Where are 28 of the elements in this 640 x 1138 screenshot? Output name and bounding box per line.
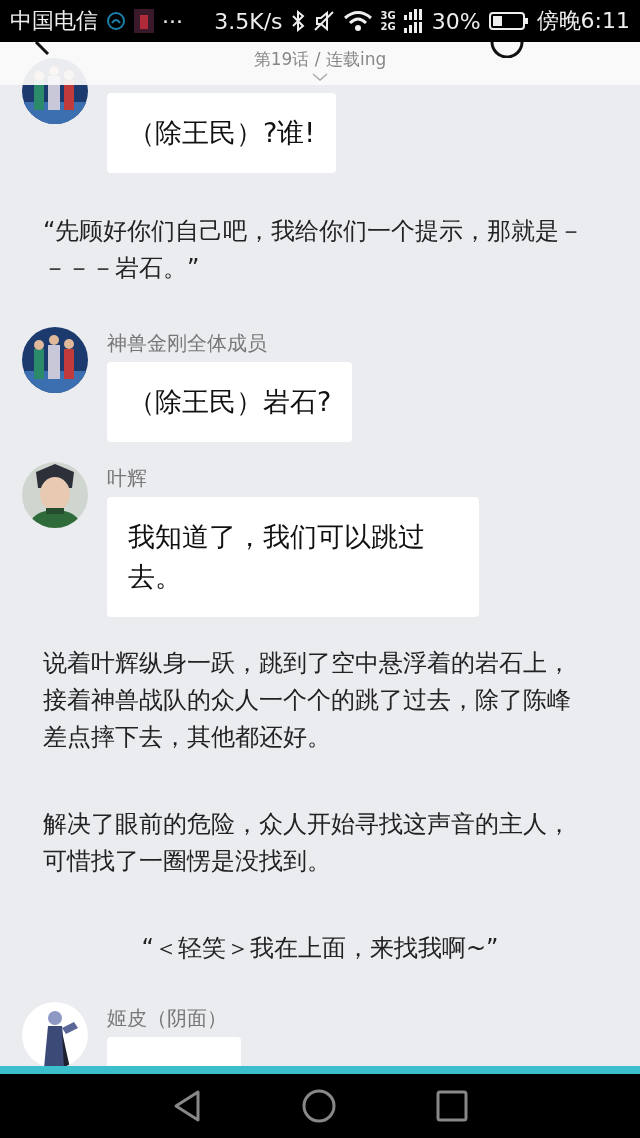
home-icon[interactable]	[302, 1089, 336, 1123]
narration-text: “＜轻笑＞我在上面，来找我啊~”	[141, 934, 499, 962]
recent-apps-icon[interactable]	[436, 1090, 468, 1122]
back-icon[interactable]	[172, 1089, 202, 1123]
sender-name: 姬皮（阴面）	[107, 1005, 227, 1032]
wifi-icon	[342, 10, 373, 32]
more-notifications: ···	[162, 8, 183, 34]
sender-name: 神兽金刚全体成员	[107, 330, 267, 357]
network-type: 3G	[380, 10, 396, 21]
message-bubble: （除王民）?谁!	[107, 93, 337, 173]
signal-icon	[403, 9, 424, 33]
network-speed: 3.5K/s	[214, 8, 283, 34]
narration-text: “先顾好你们自己吧，我给你们一个提示，那就是－－－－岩石。”	[42, 216, 585, 284]
clock: 傍晚6:11	[536, 7, 630, 35]
battery-icon	[488, 11, 529, 31]
narration-text: 说着叶辉纵身一跃，跳到了空中悬浮着的岩石上，接着神兽战队的众人一个个的跳了过去，除了陈峰差点摔下去，其他都还好。	[42, 648, 572, 753]
chapter-title[interactable]: 第19话 / 连载ing	[253, 49, 387, 69]
bluetooth-icon	[290, 10, 305, 32]
muted-icon	[312, 10, 335, 32]
narration-text: 解决了眼前的危险，众人开始寻找这声音的主人，可惜找了一圈愣是没找到。	[42, 809, 572, 877]
message-bubble: 我知道了，我们可以跳过去。	[107, 497, 479, 617]
sender-name: 叶辉	[107, 465, 147, 492]
app-icon	[106, 11, 126, 31]
notification-thumbnail-icon	[134, 9, 154, 33]
network-type: 2G	[380, 21, 396, 32]
battery-percent: 30%	[431, 8, 481, 34]
carrier-label: 中国电信	[10, 7, 98, 35]
message-bubble: （除王民）岩石?	[107, 362, 353, 442]
